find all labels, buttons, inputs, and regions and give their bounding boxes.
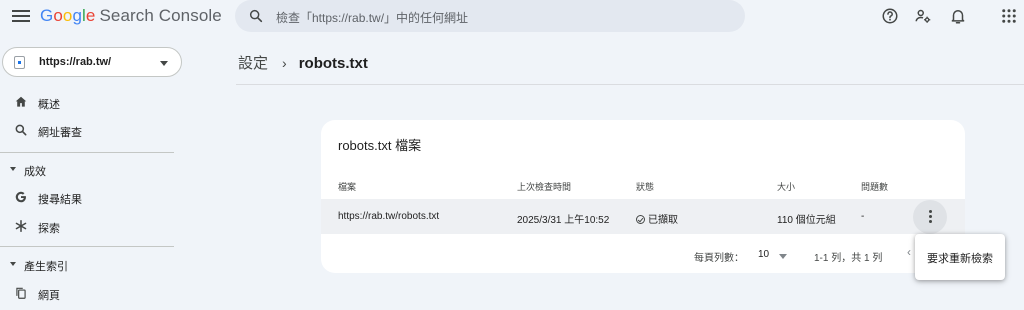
asterisk-icon [15, 219, 27, 233]
column-header-size[interactable]: 大小 [777, 180, 795, 193]
table-row[interactable]: https://rab.tw/robots.txt 2025/3/31 上午10… [321, 199, 965, 234]
header-divider [236, 84, 1024, 85]
cell-last-checked: 2025/3/31 上午10:52 [517, 215, 610, 226]
menu-item-label: 要求重新檢索 [927, 253, 993, 265]
breadcrumb-settings-link[interactable]: 設定 [238, 55, 268, 72]
manage-users-icon[interactable] [914, 7, 932, 25]
home-icon [15, 96, 27, 107]
menu-icon[interactable] [12, 8, 30, 24]
row-actions-menu: 要求重新檢索 [915, 234, 1005, 280]
site-favicon-icon [14, 56, 25, 69]
more-options-button[interactable] [913, 200, 947, 234]
property-url: https://rab.tw/ [39, 56, 112, 68]
column-header-status[interactable]: 狀態 [636, 180, 654, 193]
search-icon [249, 9, 263, 23]
sidebar-item-label: 概述 [38, 99, 60, 111]
collapse-caret-icon [10, 262, 16, 266]
sidebar-section-performance[interactable]: 成效 [0, 160, 220, 182]
collapse-caret-icon [10, 167, 16, 171]
check-circle-icon [636, 215, 645, 224]
sidebar-section-indexing[interactable]: 產生索引 [0, 255, 220, 277]
product-logo[interactable]: Google Search Console [40, 6, 222, 26]
sidebar-item-overview[interactable]: 概述 [0, 90, 220, 116]
dropdown-arrow-icon [779, 254, 787, 259]
product-name: Search Console [99, 6, 222, 25]
column-header-last-checked[interactable]: 上次檢查時間 [517, 180, 571, 193]
sidebar-item-pages[interactable]: 網頁 [0, 281, 220, 307]
breadcrumb: 設定 › robots.txt [238, 52, 368, 73]
help-icon[interactable] [881, 7, 899, 25]
url-inspection-search[interactable]: 檢查「https://rab.tw/」中的任何網址 [235, 0, 745, 32]
search-icon [15, 124, 27, 136]
sidebar-item-url-inspection[interactable]: 網址審查 [0, 118, 220, 144]
search-placeholder: 檢查「https://rab.tw/」中的任何網址 [276, 11, 469, 25]
logo-letter: G [40, 6, 54, 25]
cell-size: 110 個位元組 [777, 215, 836, 226]
section-label: 產生索引 [24, 261, 68, 273]
column-header-issues[interactable]: 問題數 [861, 180, 888, 193]
sidebar-divider [0, 152, 174, 153]
breadcrumb-separator: › [282, 55, 287, 71]
logo-letter: e [85, 6, 96, 25]
rows-per-page-label: 每頁列數： [694, 253, 744, 264]
pages-icon [16, 287, 26, 299]
card-title: robots.txt 檔案 [338, 138, 422, 153]
logo-letter: g [72, 6, 83, 25]
section-label: 成效 [24, 166, 46, 178]
logo-letter: o [53, 6, 63, 25]
sidebar-divider [0, 246, 174, 247]
request-recrawl-menu-item[interactable]: 要求重新檢索 [915, 242, 1005, 272]
google-g-icon [15, 191, 26, 203]
sidebar-item-search-results[interactable]: 搜尋結果 [0, 185, 220, 211]
property-selector[interactable]: https://rab.tw/ [2, 47, 182, 77]
cell-status: 已擷取 [636, 211, 678, 226]
page-title: robots.txt [298, 55, 368, 72]
status-text: 已擷取 [648, 215, 678, 226]
rows-per-page-select[interactable]: 10 [757, 247, 793, 263]
dropdown-arrow-icon [160, 61, 168, 66]
cell-issues: - [861, 211, 865, 222]
sidebar-item-label: 網址審查 [38, 127, 82, 139]
apps-grid-icon[interactable] [1000, 7, 1018, 25]
sidebar-item-label: 搜尋結果 [38, 194, 82, 206]
robots-files-card: robots.txt 檔案 檔案 上次檢查時間 狀態 大小 問題數 https:… [321, 120, 965, 273]
pagination-range: 1-1 列，共 1 列 [814, 253, 883, 264]
notifications-icon[interactable] [949, 7, 967, 25]
sidebar-item-discover[interactable]: 探索 [0, 214, 220, 240]
sidebar-item-label: 探索 [38, 223, 60, 235]
cell-file: https://rab.tw/robots.txt [338, 211, 440, 222]
rows-per-page-value: 10 [758, 249, 770, 260]
top-bar: Google Search Console 檢查「https://rab.tw/」… [0, 0, 1024, 34]
sidebar-item-label: 網頁 [38, 290, 60, 302]
column-header-file[interactable]: 檔案 [338, 180, 356, 193]
